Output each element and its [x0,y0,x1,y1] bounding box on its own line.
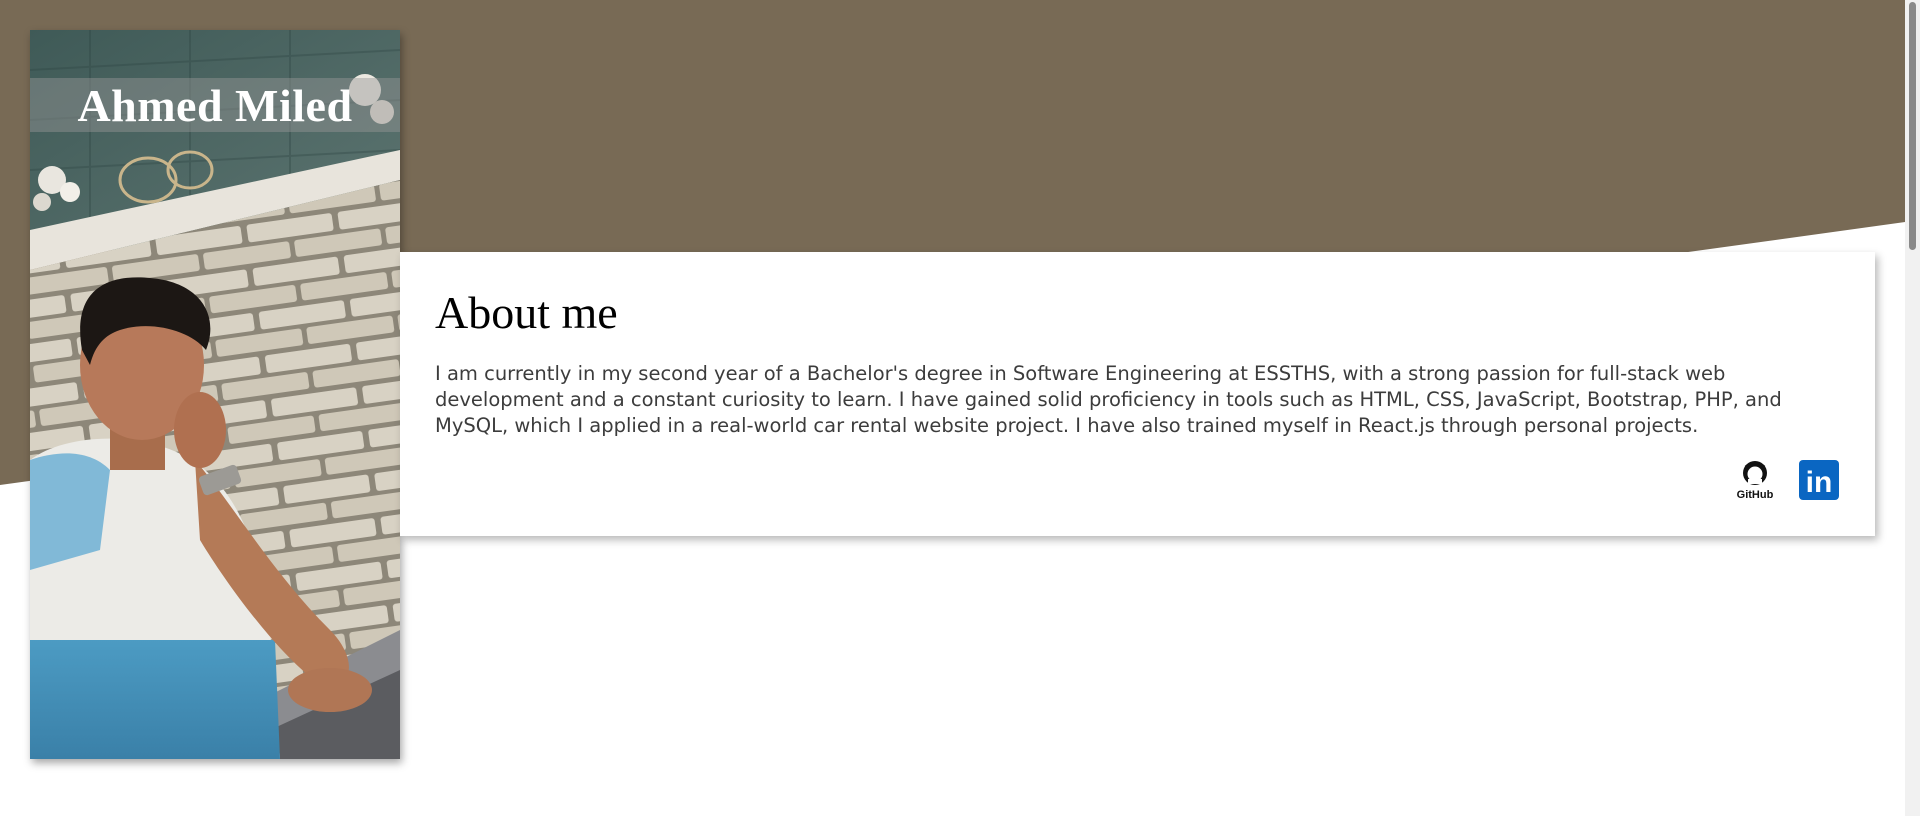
profile-name: Ahmed Miled [77,79,353,131]
page-scrollbar[interactable] [1905,0,1920,816]
svg-text:GitHub: GitHub [1737,489,1774,501]
profile-card: Ahmed Miled [30,30,400,759]
about-title: About me [435,287,618,338]
profile-photo [30,30,400,759]
linkedin-link[interactable]: in [1798,459,1840,501]
name-banner: Ahmed Miled [30,78,400,132]
social-links: GitHub in [1734,459,1840,501]
about-card: About me I am currently in my second yea… [400,252,1875,536]
github-icon: GitHub [1737,461,1774,501]
github-link[interactable]: GitHub [1734,459,1776,501]
about-text: I am currently in my second year of a Ba… [435,361,1782,437]
linkedin-icon: in [1799,460,1839,500]
scrollbar-thumb[interactable] [1909,2,1916,250]
svg-text:in: in [1806,466,1833,499]
